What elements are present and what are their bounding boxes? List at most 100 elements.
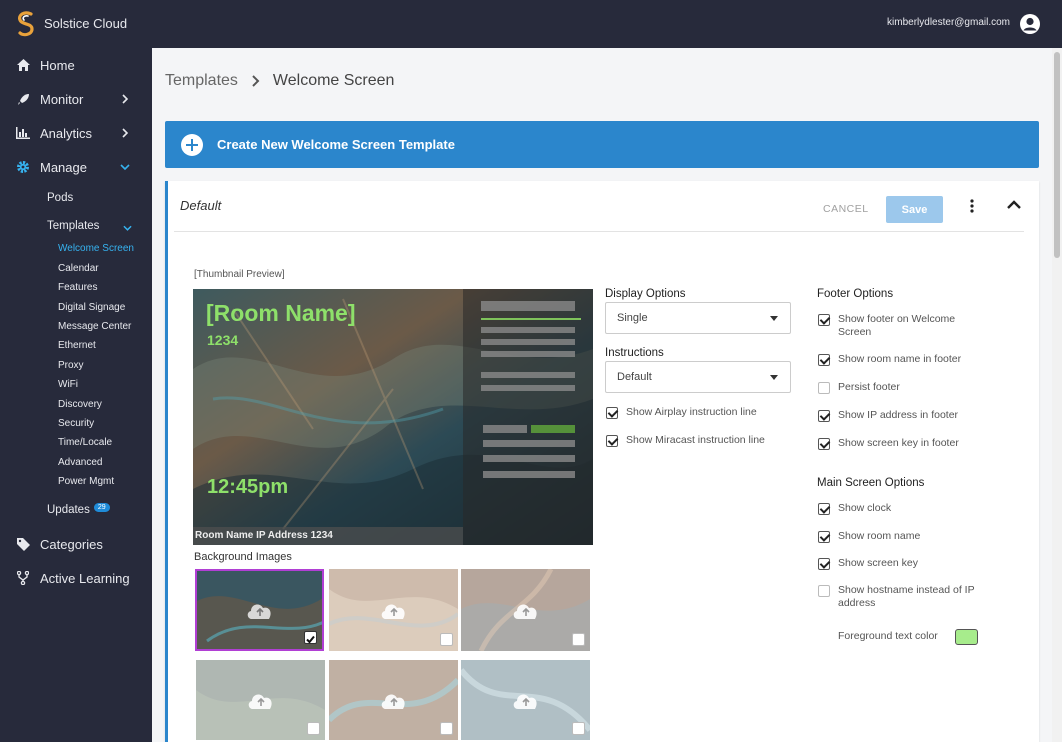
checkbox-label: Show screen key in footer: [838, 437, 959, 449]
airplay-instruction-checkbox[interactable]: Show Airplay instruction line: [606, 406, 757, 419]
background-select-checkbox[interactable]: [440, 722, 453, 735]
show-footer-checkbox[interactable]: Show footer on Welcome Screen: [818, 313, 983, 339]
preview-screen-key: 1234: [207, 332, 239, 348]
checkbox-checked[interactable]: [606, 435, 618, 447]
cancel-button[interactable]: CANCEL: [823, 203, 869, 215]
sidebar-item-active-learning[interactable]: Active Learning: [0, 564, 152, 592]
sidebar-item-label: Home: [40, 57, 75, 73]
sidebar-item-pods[interactable]: Pods: [47, 192, 73, 204]
preview-clock: 12:45pm: [207, 476, 289, 498]
checkbox-label: Show room name: [838, 530, 921, 542]
checkbox-checked[interactable]: [818, 503, 830, 515]
checkbox-checked[interactable]: [606, 407, 618, 419]
background-select-checkbox[interactable]: [440, 633, 453, 646]
background-select-checkbox[interactable]: [307, 722, 320, 735]
sidebar-item-welcome-screen[interactable]: Welcome Screen: [58, 243, 134, 254]
thumbnail-preview-label: [Thumbnail Preview]: [194, 269, 285, 280]
checkbox-checked[interactable]: [818, 314, 830, 326]
foreground-color-swatch[interactable]: [955, 629, 978, 645]
show-hostname-checkbox[interactable]: Show hostname instead of IP address: [818, 584, 988, 610]
sidebar-item-categories[interactable]: Categories: [0, 530, 152, 558]
breadcrumb-parent[interactable]: Templates: [165, 72, 238, 90]
preview-room-name: [Room Name]: [206, 300, 356, 326]
checkbox-checked[interactable]: [818, 558, 830, 570]
sidebar-item-time-locale[interactable]: Time/Locale: [58, 437, 112, 448]
show-screen-key-checkbox[interactable]: Show screen key: [818, 557, 918, 570]
checkbox-label: Show IP address in footer: [838, 409, 959, 421]
checkbox-checked[interactable]: [818, 438, 830, 450]
sidebar-item-analytics[interactable]: Analytics: [0, 119, 152, 147]
main-screen-options-title: Main Screen Options: [817, 477, 925, 489]
sidebar-item-templates[interactable]: Templates: [47, 220, 99, 232]
page-scrollbar[interactable]: [1052, 48, 1062, 742]
sidebar-item-advanced[interactable]: Advanced: [58, 457, 102, 468]
save-button[interactable]: Save: [886, 196, 943, 223]
sidebar-item-discovery[interactable]: Discovery: [58, 399, 102, 410]
upload-cloud-icon: [513, 694, 537, 709]
sidebar-item-wifi[interactable]: WiFi: [58, 379, 78, 390]
footer-ip-address-checkbox[interactable]: Show IP address in footer: [818, 409, 958, 422]
breadcrumb: Templates Welcome Screen: [165, 72, 394, 90]
display-options-select[interactable]: Single: [605, 302, 791, 334]
sidebar-item-updates[interactable]: Updates 29: [47, 503, 110, 516]
rocket-icon: [15, 91, 31, 107]
checkbox-label: Show screen key: [838, 557, 918, 569]
checkbox-unchecked[interactable]: [818, 585, 830, 597]
background-image-option[interactable]: [329, 660, 458, 740]
checkbox-checked[interactable]: [818, 354, 830, 366]
upload-cloud-icon: [381, 694, 405, 709]
checkbox-checked[interactable]: [818, 531, 830, 543]
footer-screen-key-checkbox[interactable]: Show screen key in footer: [818, 437, 959, 450]
show-clock-checkbox[interactable]: Show clock: [818, 502, 891, 515]
miracast-instruction-checkbox[interactable]: Show Miracast instruction line: [606, 434, 765, 447]
checkbox-label: Show hostname instead of IP address: [838, 584, 975, 609]
upload-cloud-icon: [248, 694, 272, 709]
footer-room-name-checkbox[interactable]: Show room name in footer: [818, 353, 961, 366]
foreground-color-label: Foreground text color: [838, 630, 938, 642]
background-select-checkbox[interactable]: [572, 722, 585, 735]
user-email[interactable]: kimberlydlester@gmail.com: [887, 17, 1010, 28]
sidebar-item-home[interactable]: Home: [0, 51, 152, 79]
instructions-select[interactable]: Default: [605, 361, 791, 393]
app-title: Solstice Cloud: [44, 16, 128, 31]
sidebar-item-label: Manage: [40, 159, 87, 175]
background-select-checkbox[interactable]: [572, 633, 585, 646]
scrollbar-thumb[interactable]: [1054, 52, 1060, 258]
sidebar-item-digital-signage[interactable]: Digital Signage: [58, 302, 125, 313]
divider: [174, 231, 1024, 232]
sidebar-item-manage[interactable]: Manage: [0, 153, 152, 181]
chevron-up-icon[interactable]: [1006, 199, 1022, 211]
upload-cloud-icon: [513, 604, 537, 619]
sidebar-item-features[interactable]: Features: [58, 282, 97, 293]
sidebar-item-monitor[interactable]: Monitor: [0, 85, 152, 113]
background-image-option[interactable]: [461, 569, 590, 651]
persist-footer-checkbox[interactable]: Persist footer: [818, 381, 900, 394]
sidebar-item-calendar[interactable]: Calendar: [58, 263, 99, 274]
select-value: Default: [617, 371, 652, 383]
chevron-down-icon: [123, 225, 132, 231]
background-select-checkbox[interactable]: [304, 631, 317, 644]
show-room-name-checkbox[interactable]: Show room name: [818, 530, 920, 543]
sidebar-item-ethernet[interactable]: Ethernet: [58, 340, 96, 351]
preview-footer-text: Room Name IP Address 1234: [195, 530, 333, 541]
user-avatar-icon[interactable]: [1019, 13, 1041, 35]
background-image-option[interactable]: [329, 569, 458, 651]
background-image-option[interactable]: [461, 660, 590, 740]
create-template-button[interactable]: Create New Welcome Screen Template: [165, 121, 1039, 168]
sidebar-item-label: Categories: [40, 536, 103, 552]
background-image-option[interactable]: [196, 660, 325, 740]
upload-cloud-icon: [381, 604, 405, 619]
sidebar-item-proxy[interactable]: Proxy: [58, 360, 84, 371]
sidebar-item-message-center[interactable]: Message Center: [58, 321, 131, 332]
checkmark-icon: [306, 635, 315, 644]
checkbox-label: Show Miracast instruction line: [626, 434, 765, 446]
chevron-right-icon: [122, 94, 129, 104]
more-vert-icon[interactable]: [968, 198, 976, 214]
background-image-option[interactable]: [195, 569, 324, 651]
sidebar-item-security[interactable]: Security: [58, 418, 94, 429]
background-images-label: Background Images: [194, 551, 292, 563]
checkbox-unchecked[interactable]: [818, 382, 830, 394]
tag-icon: [15, 536, 31, 552]
sidebar-item-power-mgmt[interactable]: Power Mgmt: [58, 476, 114, 487]
checkbox-checked[interactable]: [818, 410, 830, 422]
